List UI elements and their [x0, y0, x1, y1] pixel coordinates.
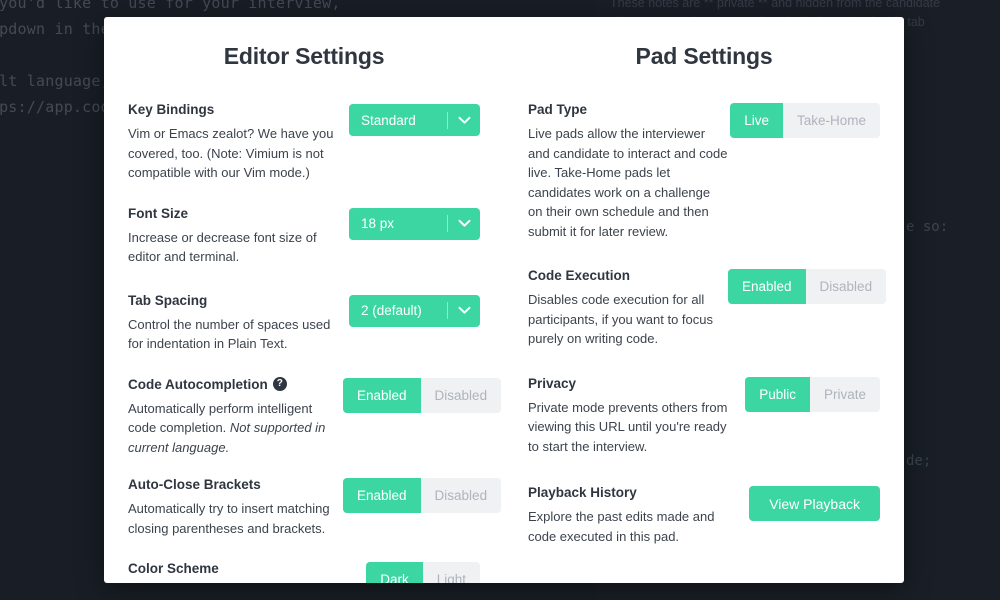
setting-text-color-scheme: Color Scheme Toggle the color scheme of …: [128, 560, 343, 583]
chevron-down-icon: [448, 306, 480, 315]
setting-label-text: Playback History: [528, 485, 637, 500]
setting-row-auto-close-brackets: Auto-Close Brackets Automatically try to…: [128, 476, 502, 538]
privacy-option-public[interactable]: Public: [745, 376, 810, 412]
auto-close-brackets-option-enabled[interactable]: Enabled: [343, 478, 421, 513]
auto-close-brackets-toggle: Enabled Disabled: [343, 478, 502, 513]
setting-desc-tab-spacing: Control the number of spaces used for in…: [128, 316, 331, 352]
setting-label-tab-spacing: Tab Spacing: [128, 292, 343, 309]
chevron-down-icon: [448, 116, 480, 125]
setting-desc-auto-close-brackets: Automatically try to insert matching clo…: [128, 501, 330, 536]
settings-modal: Editor Settings Key Bindings Vim or Emac…: [104, 17, 904, 583]
setting-control-code-autocompletion: Enabled Disabled: [343, 376, 502, 413]
setting-row-playback-history: Playback History Explore the past edits …: [528, 484, 880, 546]
setting-text-code-execution: Code Execution Disables code execution f…: [528, 267, 728, 349]
setting-control-font-size: 18 px: [349, 205, 480, 240]
pad-settings-column: Pad Settings Pad Type Live pads allow th…: [504, 43, 904, 583]
setting-label-code-execution: Code Execution: [528, 267, 728, 284]
font-size-dropdown[interactable]: 18 px: [349, 207, 480, 240]
editor-settings-title: Editor Settings: [223, 43, 385, 69]
setting-control-playback-history: View Playback: [749, 484, 880, 521]
pad-type-option-live[interactable]: Live: [730, 103, 783, 138]
setting-desc-code-execution: Disables code execution for all particip…: [528, 292, 713, 346]
setting-desc-playback-history: Explore the past edits made and code exe…: [528, 509, 715, 544]
setting-control-pad-type: Live Take-Home: [730, 101, 880, 138]
setting-label-code-autocompletion: Code Autocompletion ?: [128, 376, 343, 393]
setting-text-privacy: Privacy Private mode prevents others fro…: [528, 375, 728, 457]
view-playback-button[interactable]: View Playback: [749, 486, 880, 521]
editor-settings-column: Editor Settings Key Bindings Vim or Emac…: [104, 43, 504, 583]
setting-text-font-size: Font Size Increase or decrease font size…: [128, 205, 343, 267]
tab-spacing-dropdown[interactable]: 2 (default): [349, 294, 480, 327]
font-size-dropdown-value: 18 px: [361, 216, 395, 231]
key-bindings-dropdown[interactable]: Standard: [349, 104, 480, 136]
setting-label-text: Color Scheme: [128, 561, 219, 576]
setting-label-privacy: Privacy: [528, 375, 728, 392]
setting-text-key-bindings: Key Bindings Vim or Emacs zealot? We hav…: [128, 101, 343, 183]
pad-type-option-take-home[interactable]: Take-Home: [782, 103, 880, 138]
setting-label-text: Auto-Close Brackets: [128, 477, 261, 492]
setting-label-text: Code Execution: [528, 268, 631, 283]
setting-control-color-scheme: Dark Light: [366, 560, 480, 583]
setting-label-color-scheme: Color Scheme: [128, 560, 343, 577]
setting-label-pad-type: Pad Type: [528, 101, 728, 118]
privacy-option-private[interactable]: Private: [809, 376, 880, 412]
chevron-down-icon: [448, 219, 480, 228]
setting-label-text: Code Autocompletion: [128, 376, 268, 392]
code-autocompletion-option-disabled[interactable]: Disabled: [420, 377, 502, 413]
setting-label-text: Privacy: [528, 375, 577, 391]
setting-label-auto-close-brackets: Auto-Close Brackets: [128, 476, 343, 493]
color-scheme-option-dark[interactable]: Dark: [366, 562, 423, 583]
code-autocompletion-option-enabled[interactable]: Enabled: [343, 377, 421, 413]
setting-row-code-autocompletion: Code Autocompletion ? Automatically perf…: [128, 376, 502, 458]
setting-row-key-bindings: Key Bindings Vim or Emacs zealot? We hav…: [128, 101, 480, 183]
color-scheme-option-light[interactable]: Light: [422, 562, 480, 583]
setting-label-font-size: Font Size: [128, 205, 343, 222]
code-execution-option-disabled[interactable]: Disabled: [805, 269, 887, 304]
setting-row-code-execution: Code Execution Disables code execution f…: [528, 267, 887, 349]
setting-row-font-size: Font Size Increase or decrease font size…: [128, 205, 480, 267]
auto-close-brackets-option-disabled[interactable]: Disabled: [420, 478, 502, 513]
setting-row-privacy: Privacy Private mode prevents others fro…: [528, 375, 880, 457]
pad-type-toggle: Live Take-Home: [730, 103, 880, 138]
setting-desc-font-size: Increase or decrease font size of editor…: [128, 229, 317, 265]
setting-text-code-autocompletion: Code Autocompletion ? Automatically perf…: [128, 376, 343, 458]
setting-desc-key-bindings: Vim or Emacs zealot? We have you covered…: [128, 126, 334, 180]
setting-label-playback-history: Playback History: [528, 484, 728, 501]
setting-label-text: Key Bindings: [128, 102, 215, 117]
setting-control-privacy: Public Private: [745, 375, 880, 412]
key-bindings-dropdown-value: Standard: [361, 112, 416, 128]
setting-control-auto-close-brackets: Enabled Disabled: [343, 476, 502, 513]
settings-columns: Editor Settings Key Bindings Vim or Emac…: [104, 17, 904, 583]
setting-row-pad-type: Pad Type Live pads allow the interviewer…: [528, 101, 880, 241]
setting-label-key-bindings: Key Bindings: [128, 101, 343, 118]
setting-label-text: Pad Type: [528, 102, 588, 117]
setting-desc-pad-type: Live pads allow the interviewer and cand…: [528, 126, 728, 239]
code-autocompletion-toggle: Enabled Disabled: [343, 377, 502, 413]
setting-text-auto-close-brackets: Auto-Close Brackets Automatically try to…: [128, 476, 343, 538]
setting-desc-privacy: Private mode prevents others from viewin…: [528, 399, 728, 454]
setting-control-tab-spacing: 2 (default): [349, 292, 480, 327]
setting-text-playback-history: Playback History Explore the past edits …: [528, 484, 728, 546]
setting-text-tab-spacing: Tab Spacing Control the number of spaces…: [128, 292, 343, 354]
code-execution-toggle: Enabled Disabled: [728, 269, 887, 304]
setting-label-text: Tab Spacing: [128, 292, 208, 308]
privacy-toggle: Public Private: [745, 376, 880, 412]
tab-spacing-dropdown-value: 2 (default): [361, 303, 422, 318]
setting-row-color-scheme: Color Scheme Toggle the color scheme of …: [128, 560, 480, 583]
setting-desc-code-autocompletion: Automatically perform intelligent code c…: [128, 399, 343, 458]
setting-row-tab-spacing: Tab Spacing Control the number of spaces…: [128, 292, 480, 354]
pad-settings-title: Pad Settings: [635, 43, 773, 69]
setting-text-pad-type: Pad Type Live pads allow the interviewer…: [528, 101, 728, 241]
setting-control-code-execution: Enabled Disabled: [728, 267, 887, 304]
help-icon[interactable]: ?: [272, 377, 287, 391]
setting-label-text: Font Size: [128, 205, 188, 221]
code-execution-option-enabled[interactable]: Enabled: [728, 269, 806, 304]
setting-control-key-bindings: Standard: [349, 101, 480, 136]
color-scheme-toggle: Dark Light: [366, 562, 480, 583]
